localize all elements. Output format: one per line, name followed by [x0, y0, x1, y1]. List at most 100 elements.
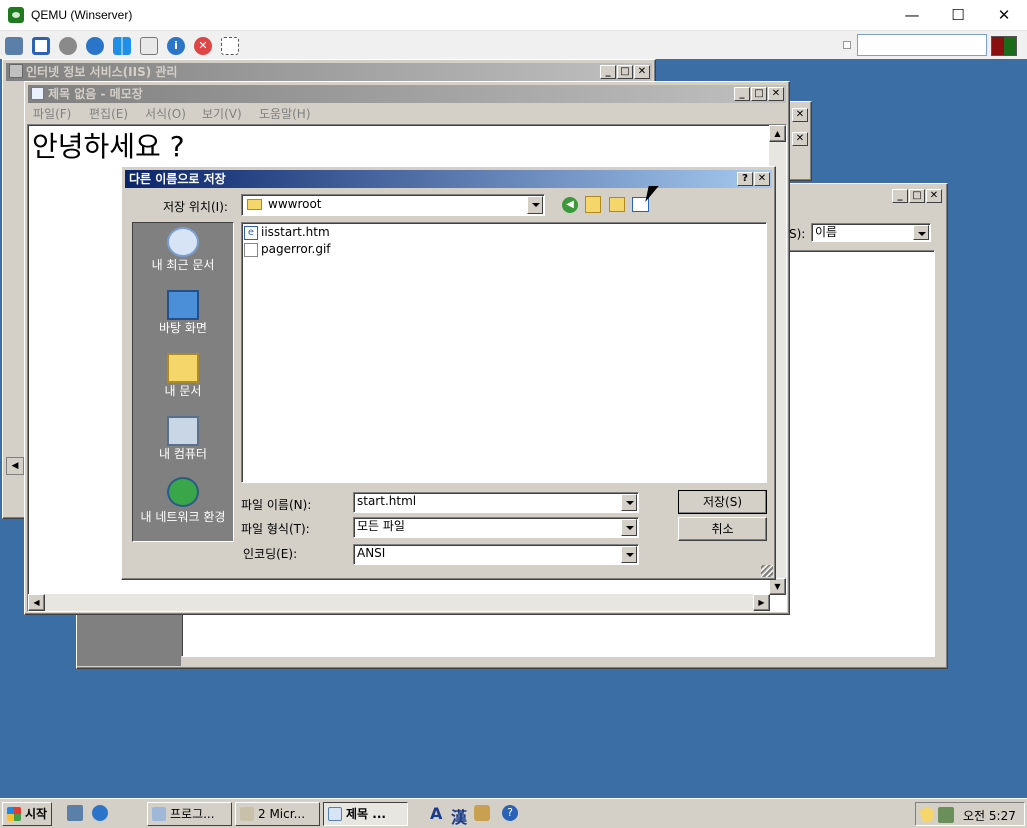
ime-hanja-indicator[interactable]: 漢 — [451, 804, 467, 828]
strip-close-button[interactable]: ✕ — [792, 108, 808, 122]
explorer-maximize-button[interactable]: □ — [909, 189, 925, 203]
back-icon[interactable]: ◀ — [562, 197, 578, 213]
clock[interactable]: 오전 5:27 — [963, 807, 1016, 824]
up-folder-icon[interactable] — [585, 196, 601, 213]
menu-edit[interactable]: 편집(E) — [89, 105, 128, 122]
fullscreen-icon[interactable] — [32, 37, 50, 55]
show-desktop-icon[interactable] — [67, 805, 83, 821]
scroll-left-button[interactable]: ◀ — [28, 594, 45, 611]
save-as-dialog: 다른 이름으로 저장 ? ✕ 저장 위치(I): wwwroot ◀ 내 최근 … — [121, 166, 776, 580]
explorer-minimize-button[interactable]: _ — [892, 189, 908, 203]
save-in-label: 저장 위치(I): — [163, 200, 228, 214]
strip-close-button-2[interactable]: ✕ — [792, 132, 808, 146]
save-button[interactable]: 저장(S) — [678, 490, 767, 514]
save-dialog-titlebar: 다른 이름으로 저장 ? ✕ — [125, 170, 772, 188]
explorer-close-button[interactable]: ✕ — [926, 189, 942, 203]
encoding-select[interactable]: ANSI — [353, 544, 639, 565]
iis-maximize-button[interactable]: □ — [617, 65, 633, 79]
save-in-arrow-icon[interactable] — [527, 196, 543, 214]
ime-help-icon[interactable]: ? — [502, 805, 518, 821]
security-shield-icon[interactable] — [920, 807, 934, 823]
help-button[interactable]: ? — [737, 172, 753, 186]
notepad-hscrollbar[interactable]: ◀ ▶ — [28, 594, 770, 611]
save-in-combo[interactable]: wwwroot — [241, 194, 545, 216]
screenshot-icon[interactable] — [221, 37, 239, 55]
windows-icon[interactable] — [113, 37, 131, 55]
recent-documents-icon — [167, 227, 199, 257]
place-my-computer[interactable]: 내 컴퓨터 — [133, 412, 233, 474]
notepad-maximize-button[interactable]: □ — [751, 87, 767, 101]
encoding-value: ANSI — [357, 546, 386, 560]
ime-tool-icon[interactable] — [474, 805, 490, 821]
place-network[interactable]: 내 네트워크 환경 — [133, 475, 233, 541]
place-my-documents[interactable]: 내 문서 — [133, 349, 233, 411]
file-name: pagerror.gif — [261, 242, 331, 256]
iis-title: 인터넷 정보 서비스(IIS) 관리 — [26, 65, 178, 79]
info-icon[interactable]: i — [167, 37, 185, 55]
file-item[interactable]: pagerror.gif — [244, 242, 364, 258]
place-recent-label: 내 최근 문서 — [151, 258, 215, 272]
save-in-value: wwwroot — [268, 197, 322, 211]
cancel-button[interactable]: 취소 — [678, 517, 767, 541]
folder-icon — [247, 199, 262, 210]
start-button[interactable]: 시작 — [2, 802, 52, 826]
encoding-arrow-icon[interactable] — [621, 546, 637, 563]
gears-icon[interactable] — [5, 37, 23, 55]
gif-file-icon — [244, 243, 258, 257]
filename-label: 파일 이름(N): — [241, 498, 312, 512]
dialog-close-button[interactable]: ✕ — [754, 172, 770, 186]
menu-file[interactable]: 파일(F) — [33, 105, 71, 122]
taskbar-button-programs[interactable]: 프로그... — [147, 802, 232, 826]
filename-arrow-icon[interactable] — [621, 494, 637, 511]
new-folder-icon[interactable] — [609, 197, 625, 212]
my-documents-icon — [167, 353, 199, 383]
qemu-titlebar: QEMU (Winserver) — ☐ ✕ — [0, 0, 1027, 31]
menu-format[interactable]: 서식(O) — [145, 105, 186, 122]
iis-app-icon — [9, 64, 23, 78]
notepad-close-button[interactable]: ✕ — [768, 87, 784, 101]
sort-combo-arrow-icon[interactable] — [913, 225, 929, 240]
color-swatch[interactable] — [991, 36, 1017, 56]
taskbar-button-microsoft[interactable]: 2 Micr... — [235, 802, 320, 826]
notepad-app-icon — [31, 87, 44, 100]
taskbar: 시작 프로그... 2 Micr... 제목 ... A 漢 ? 오전 5:27 — [0, 798, 1027, 828]
menu-help[interactable]: 도움말(H) — [259, 105, 311, 122]
toolbar-checkbox[interactable] — [843, 41, 851, 49]
resize-grip-icon[interactable] — [761, 565, 773, 577]
place-desktop[interactable]: 바탕 화면 — [133, 286, 233, 348]
file-list[interactable]: e iisstart.htm pagerror.gif — [241, 222, 767, 483]
scroll-down-button[interactable]: ▼ — [769, 578, 786, 595]
place-recent[interactable]: 내 최근 문서 — [133, 223, 233, 285]
refresh-icon[interactable] — [86, 37, 104, 55]
close-button[interactable]: ✕ — [981, 0, 1027, 31]
disk-icon[interactable] — [140, 37, 158, 55]
filename-input[interactable]: start.html — [353, 492, 639, 513]
sort-combo[interactable]: 이름 — [811, 223, 931, 242]
stop-icon[interactable]: ✕ — [194, 37, 212, 55]
settings-icon[interactable] — [59, 37, 77, 55]
scroll-right-button[interactable]: ▶ — [753, 594, 770, 611]
iis-minimize-button[interactable]: _ — [600, 65, 616, 79]
desktop-icon — [167, 290, 199, 320]
notepad-minimize-button[interactable]: _ — [734, 87, 750, 101]
iis-scroll-left-button[interactable]: ◀ — [6, 457, 24, 475]
scroll-up-button[interactable]: ▲ — [769, 125, 786, 142]
maximize-button[interactable]: ☐ — [935, 0, 981, 31]
file-name: iisstart.htm — [261, 225, 330, 239]
network-tray-icon[interactable] — [938, 807, 954, 823]
minimize-button[interactable]: — — [889, 0, 935, 31]
internet-explorer-icon[interactable] — [92, 805, 108, 821]
toolbar-search-input[interactable] — [857, 34, 987, 56]
file-item[interactable]: e iisstart.htm — [244, 225, 364, 241]
filetype-arrow-icon[interactable] — [621, 519, 637, 536]
ime-language-indicator[interactable]: A — [430, 804, 442, 823]
notepad-menubar: 파일(F) 편집(E) 서식(O) 보기(V) 도움말(H) — [33, 105, 733, 123]
menu-view[interactable]: 보기(V) — [202, 105, 242, 122]
filetype-select[interactable]: 모든 파일 — [353, 517, 639, 538]
taskbar-button-notepad[interactable]: 제목 ... — [323, 802, 408, 826]
iis-close-button[interactable]: ✕ — [634, 65, 650, 79]
programs-icon — [152, 807, 166, 821]
system-tray: 오전 5:27 — [915, 802, 1025, 826]
qemu-window-title: QEMU (Winserver) — [31, 8, 133, 22]
sort-label: S): — [789, 227, 806, 241]
